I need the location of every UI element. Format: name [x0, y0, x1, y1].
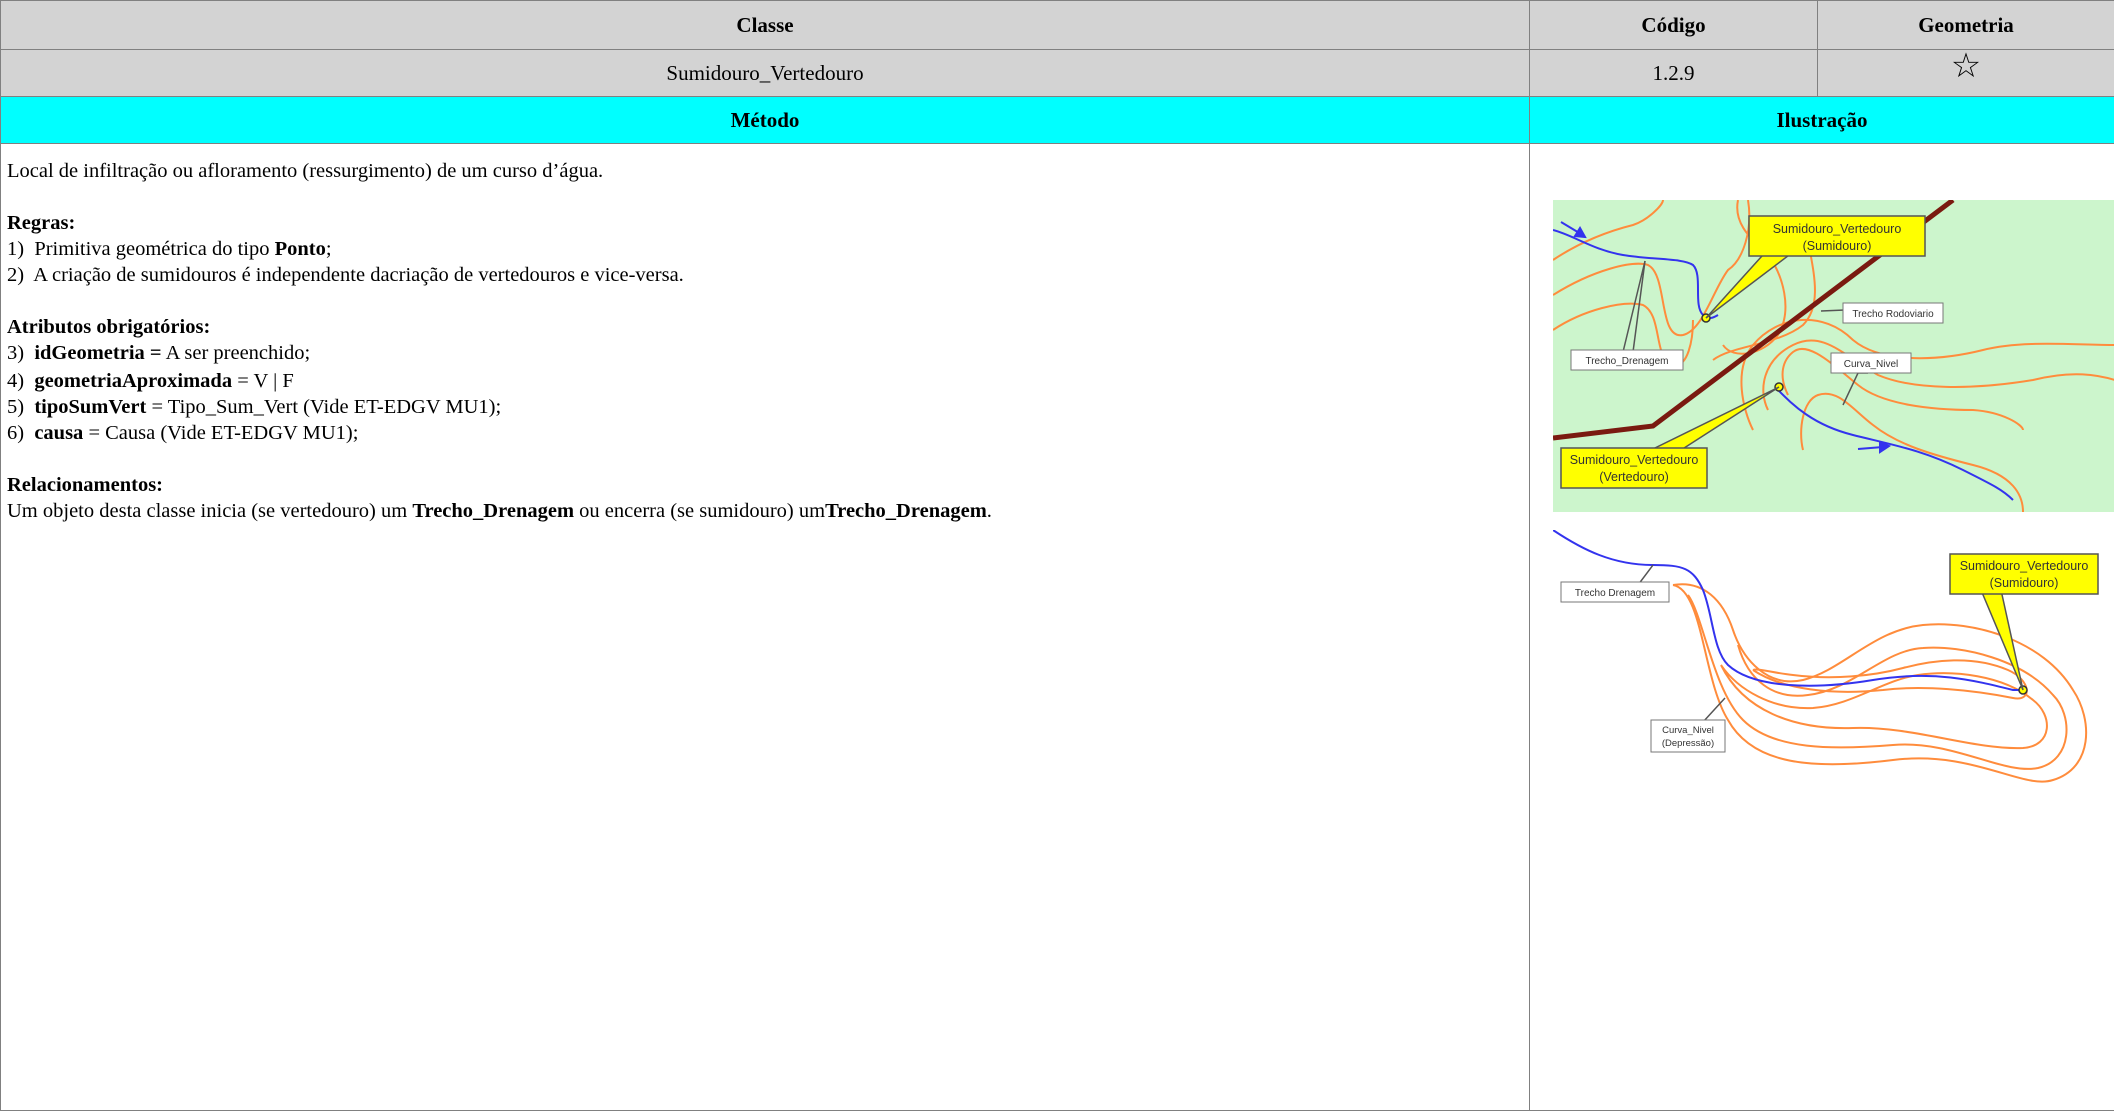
svg-text:(Depressão): (Depressão) — [1662, 738, 1714, 749]
classe-value: Sumidouro_Vertedouro — [1, 50, 1530, 97]
classe-header: Classe — [1, 1, 1530, 50]
codigo-value: 1.2.9 — [1530, 50, 1818, 97]
regra-item: 2) A criação de sumidouros é independent… — [7, 262, 1529, 288]
svg-text:(Vertedouro): (Vertedouro) — [1599, 470, 1668, 484]
svg-text:Trecho_Drenagem: Trecho_Drenagem — [1585, 356, 1668, 367]
label-trecho-drenagem: Trecho Drenagem — [1561, 565, 1669, 602]
label-curva-nivel: Curva_Nivel (Depressão) — [1651, 698, 1725, 752]
relacionamentos-title: Relacionamentos: — [7, 474, 163, 496]
class-spec-table: Classe Código Geometria Sumidouro_Verted… — [0, 0, 2114, 1111]
svg-text:Sumidouro_Vertedouro: Sumidouro_Vertedouro — [1773, 222, 1902, 236]
contour-lines — [1673, 584, 2086, 781]
atributos-title: Atributos obrigatórios: — [7, 316, 210, 338]
illustration-map-road: Sumidouro_Vertedouro (Sumidouro) Trecho … — [1553, 200, 2114, 512]
regra-item: 1) Primitiva geométrica do tipo Ponto; — [7, 236, 1529, 262]
atributo-item: 5) tipoSumVert = Tipo_Sum_Vert (Vide ET-… — [7, 394, 1529, 420]
svg-text:Trecho Drenagem: Trecho Drenagem — [1575, 588, 1655, 599]
svg-text:Curva_Nivel: Curva_Nivel — [1844, 359, 1898, 370]
codigo-header: Código — [1530, 1, 1818, 50]
svg-text:Trecho Rodoviario: Trecho Rodoviario — [1852, 309, 1934, 320]
atributo-item: 3) idGeometria = A ser preenchido; — [7, 340, 1529, 366]
geometria-header: Geometria — [1818, 1, 2114, 50]
metodo-header: Método — [1, 97, 1530, 144]
description-text: Local de infiltração ou afloramento (res… — [7, 158, 1529, 184]
atributo-item: 4) geometriaAproximada = V | F — [7, 368, 1529, 394]
regras-title: Regras: — [7, 212, 75, 234]
atributo-item: 6) causa = Causa (Vide ET-EDGV MU1); — [7, 420, 1529, 446]
method-description: Local de infiltração ou afloramento (res… — [1, 144, 1530, 1111]
ilustracao-header: Ilustração — [1530, 97, 2114, 144]
svg-text:Sumidouro_Vertedouro: Sumidouro_Vertedouro — [1570, 453, 1699, 467]
illustration-depression: Trecho Drenagem Sumidouro_Vertedouro (Su… — [1553, 530, 2114, 810]
svg-text:(Sumidouro): (Sumidouro) — [1803, 239, 1872, 253]
svg-text:Curva_Nivel: Curva_Nivel — [1662, 725, 1714, 736]
geometria-value: ☆ — [1818, 50, 2114, 97]
star-outline-icon: ☆ — [1951, 52, 1981, 82]
relacionamentos-text: Um objeto desta classe inicia (se verted… — [7, 498, 1529, 524]
illustration-cell: Sumidouro_Vertedouro (Sumidouro) Trecho … — [1530, 144, 2114, 1111]
callout-sumidouro: Sumidouro_Vertedouro (Sumidouro) — [1950, 554, 2098, 690]
svg-text:(Sumidouro): (Sumidouro) — [1990, 576, 2059, 590]
svg-text:Sumidouro_Vertedouro: Sumidouro_Vertedouro — [1960, 559, 2089, 573]
